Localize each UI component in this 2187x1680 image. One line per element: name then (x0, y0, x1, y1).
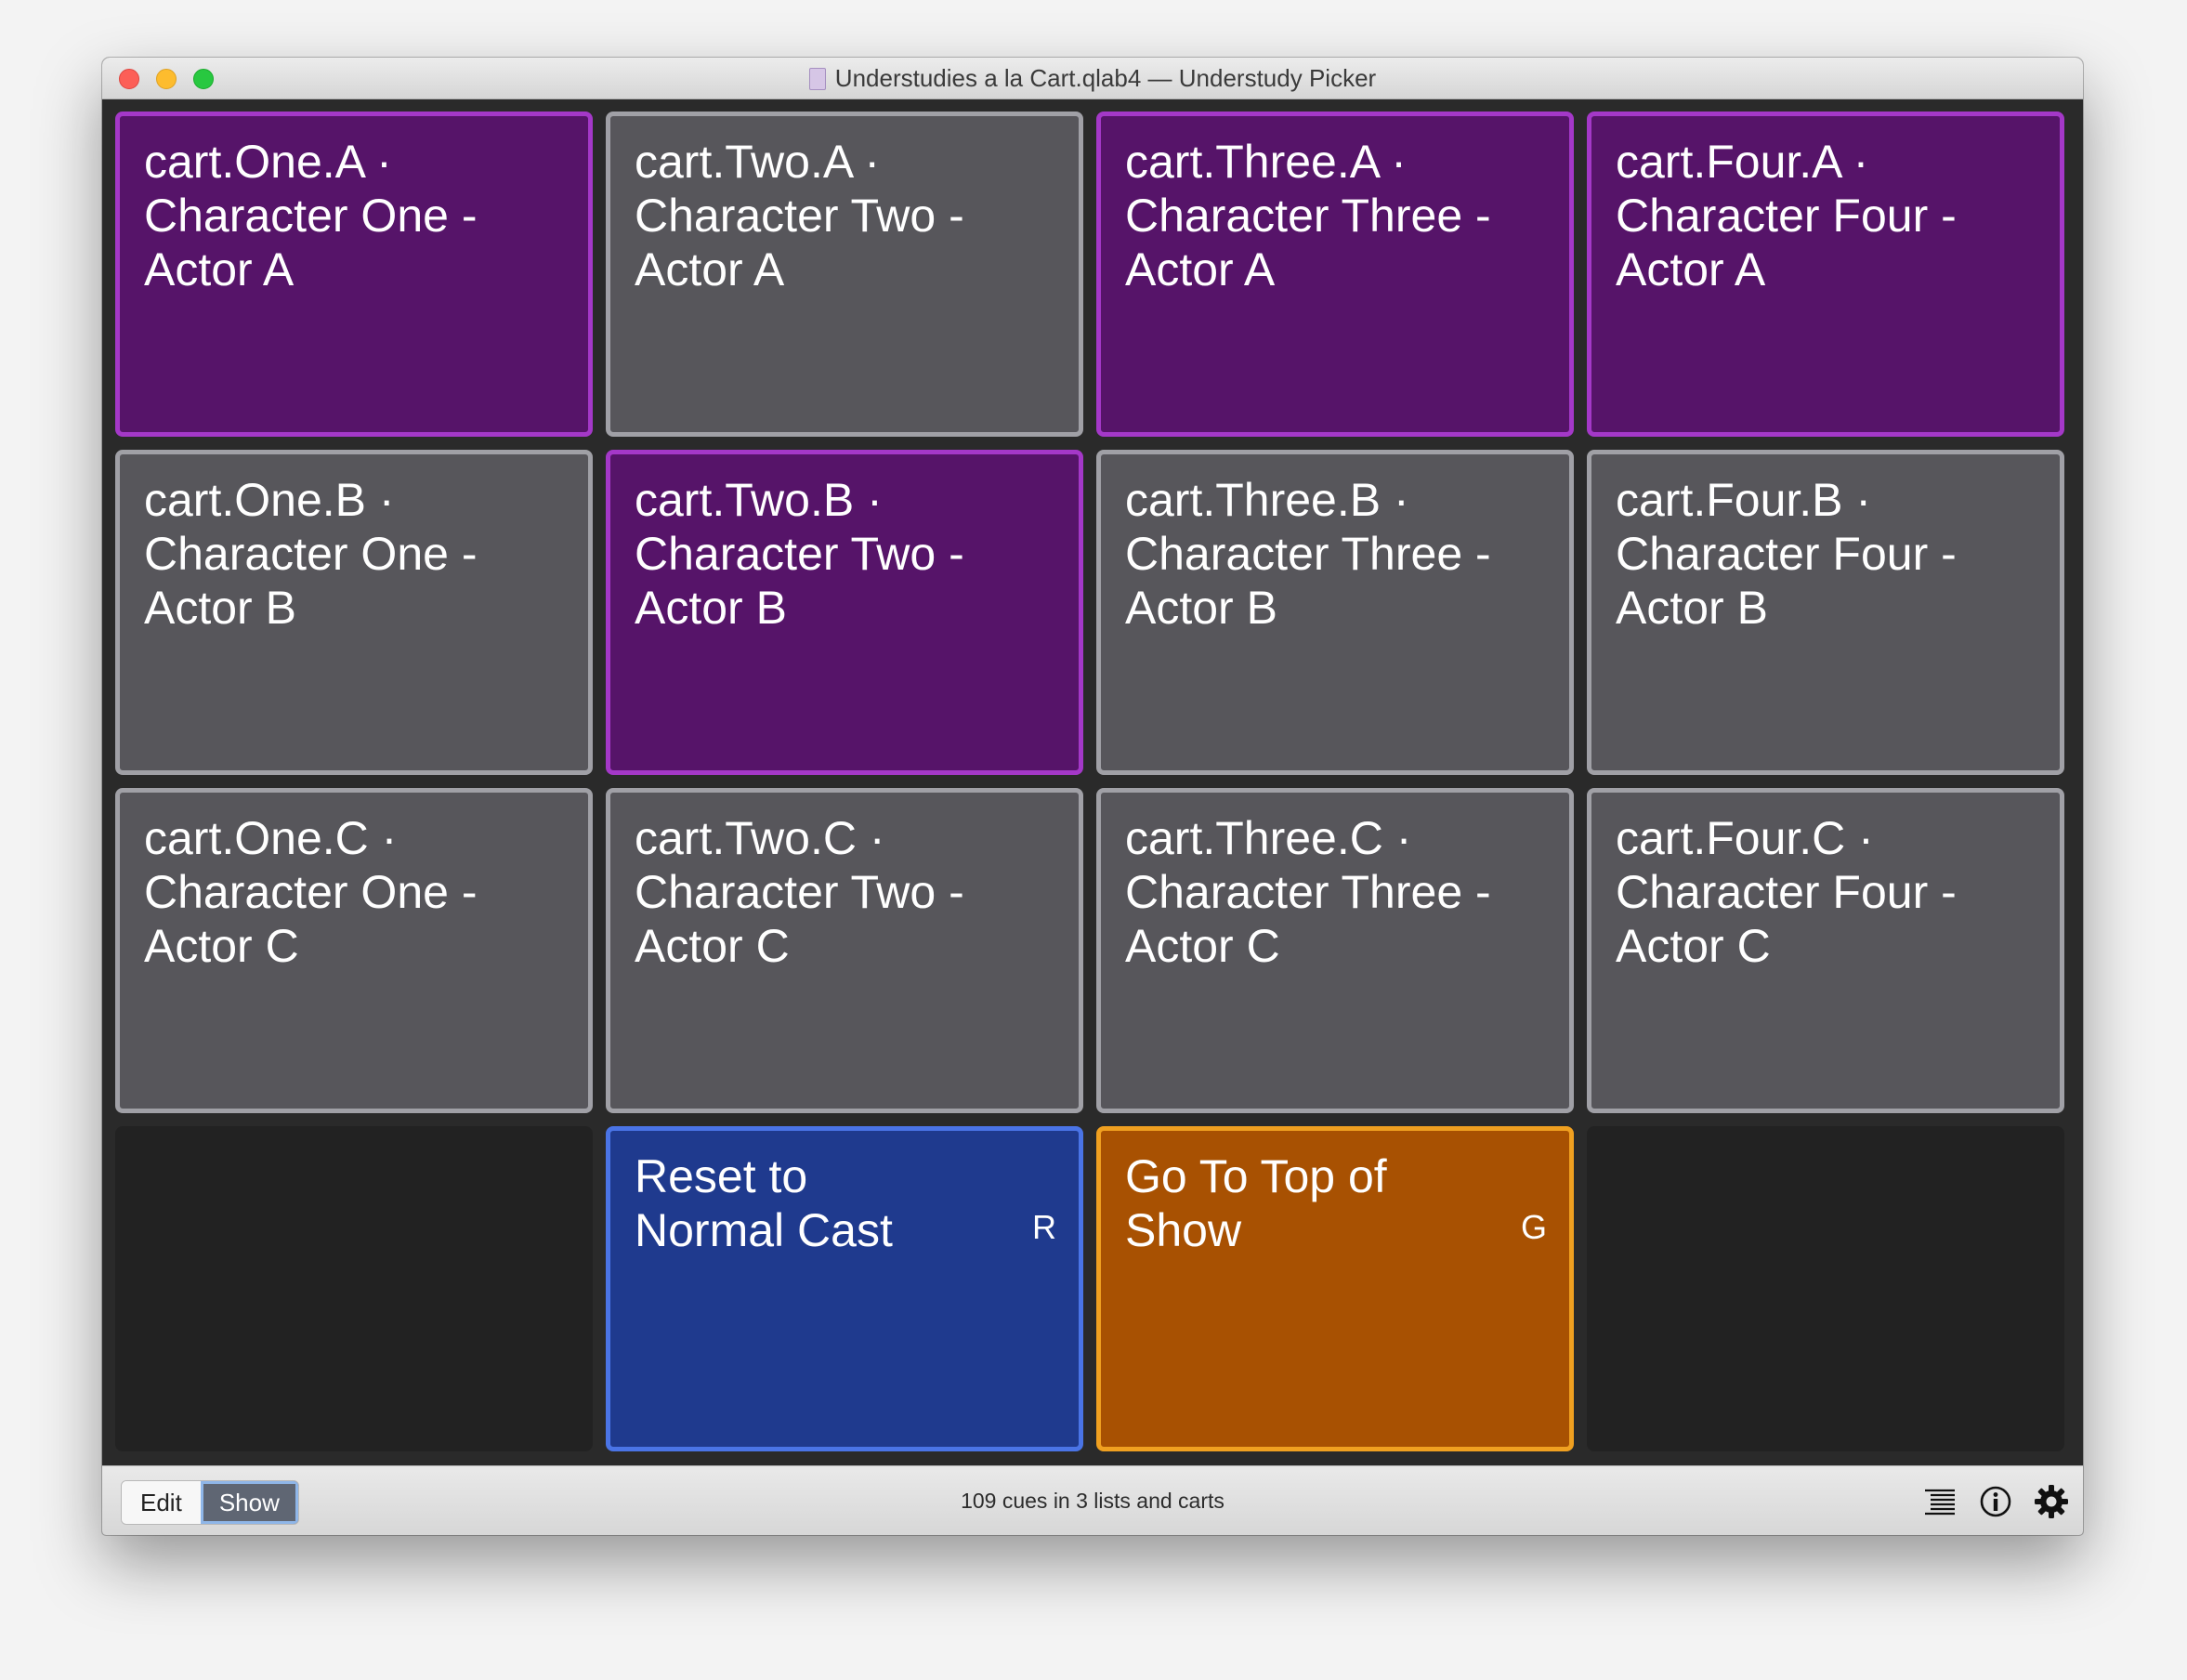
cart-tile-four-b[interactable]: cart.Four.B · Character Four - Actor B (1587, 450, 2064, 775)
cart-tile-label: cart.One.C · Character One - Actor C (144, 812, 478, 972)
hotkey-badge: G (1520, 1208, 1547, 1246)
status-bar: Edit Show 109 cues in 3 lists and carts (102, 1465, 2083, 1535)
cart-tile-label: cart.One.B · Character One - Actor B (144, 474, 478, 634)
cart-tile-three-c[interactable]: cart.Three.C · Character Three - Actor C (1096, 788, 1574, 1113)
cart-tile-label: cart.Three.A · Character Three - Actor A (1125, 136, 1491, 295)
cart-tile-four-a[interactable]: cart.Four.A · Character Four - Actor A (1587, 112, 2064, 437)
cart-tile-label: cart.Three.B · Character Three - Actor B (1125, 474, 1491, 634)
window-title-area: Understudies a la Cart.qlab4 — Understud… (102, 58, 2083, 98)
reset-cast-label: Reset to Normal Cast (635, 1150, 893, 1256)
cart-tile-label: cart.Two.C · Character Two - Actor C (635, 812, 964, 972)
gear-icon[interactable] (2033, 1483, 2070, 1520)
cart-tile-label: cart.Two.B · Character Two - Actor B (635, 474, 964, 634)
empty-cart-slot (1587, 1126, 2064, 1451)
cart-tile-two-c[interactable]: cart.Two.C · Character Two - Actor C (606, 788, 1083, 1113)
cart-grid: cart.One.A · Character One - Actor A car… (115, 112, 2066, 1459)
qlab-window: Understudies a la Cart.qlab4 — Understud… (102, 58, 2083, 1535)
window-title: Understudies a la Cart.qlab4 — Understud… (834, 64, 1377, 92)
title-bar[interactable]: Understudies a la Cart.qlab4 — Understud… (102, 58, 2083, 99)
list-icon[interactable] (1921, 1483, 1958, 1520)
document-icon (808, 68, 826, 90)
cart-tile-label: cart.Four.C · Character Four - Actor C (1616, 812, 1957, 972)
cart-tile-four-c[interactable]: cart.Four.C · Character Four - Actor C (1587, 788, 2064, 1113)
cart-tile-label: cart.Four.B · Character Four - Actor B (1616, 474, 1957, 634)
hotkey-badge: R (1032, 1208, 1056, 1246)
cart-tile-label: cart.Three.C · Character Three - Actor C (1125, 812, 1491, 972)
cart-tile-three-b[interactable]: cart.Three.B · Character Three - Actor B (1096, 450, 1574, 775)
cart-tile-two-a[interactable]: cart.Two.A · Character Two - Actor A (606, 112, 1083, 437)
empty-cart-slot (115, 1126, 593, 1451)
go-to-top-cue[interactable]: Go To Top of Show G (1096, 1126, 1574, 1451)
cart-tile-one-a[interactable]: cart.One.A · Character One - Actor A (115, 112, 593, 437)
cue-count-status: 109 cues in 3 lists and carts (961, 1489, 1224, 1513)
cart-tile-three-a[interactable]: cart.Three.A · Character Three - Actor A (1096, 112, 1574, 437)
reset-cast-cue[interactable]: Reset to Normal Cast R (606, 1126, 1083, 1451)
cart-tile-one-b[interactable]: cart.One.B · Character One - Actor B (115, 450, 593, 775)
info-icon[interactable] (1977, 1483, 2014, 1520)
cart-tile-one-c[interactable]: cart.One.C · Character One - Actor C (115, 788, 593, 1113)
cart-tile-label: cart.Two.A · Character Two - Actor A (635, 136, 964, 295)
cart-tile-label: cart.One.A · Character One - Actor A (144, 136, 478, 295)
go-to-top-label: Go To Top of Show (1125, 1150, 1387, 1256)
cart-tile-label: cart.Four.A · Character Four - Actor A (1616, 136, 1957, 295)
cart-tile-two-b[interactable]: cart.Two.B · Character Two - Actor B (606, 450, 1083, 775)
